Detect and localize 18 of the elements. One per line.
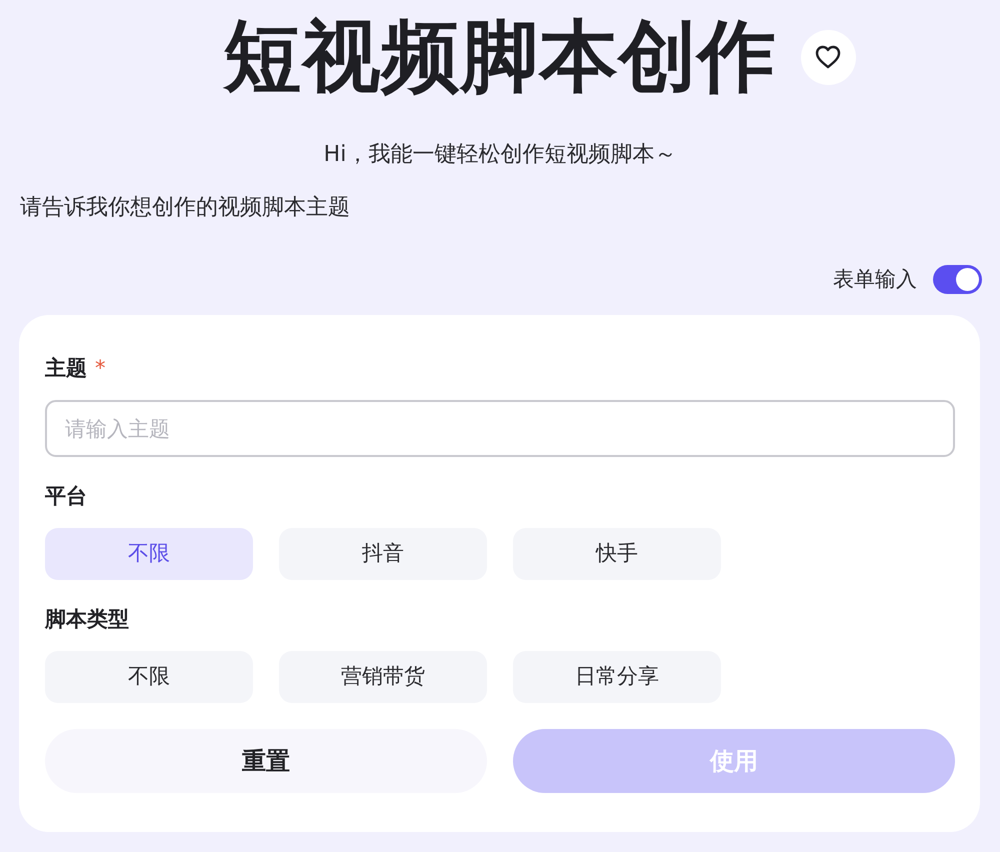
required-mark: * bbox=[95, 356, 106, 380]
greeting-text: Hi，我能一键轻松创作短视频脚本～ bbox=[322, 141, 678, 169]
field-label: 脚本类型 bbox=[45, 607, 129, 631]
topic-input[interactable]: 请输入主题 bbox=[45, 400, 955, 457]
option-chip[interactable]: 快手 bbox=[513, 528, 721, 580]
prompt-text: 请告诉我你想创作的视频脚本主题 bbox=[19, 194, 351, 222]
toggle-label: 表单输入 bbox=[833, 266, 917, 293]
option-chip[interactable]: 不限 bbox=[45, 528, 253, 580]
option-chip[interactable]: 不限 bbox=[45, 651, 253, 703]
field-label: 平台 bbox=[45, 484, 87, 508]
reset-button[interactable]: 重置 bbox=[45, 729, 487, 793]
field-label: 主题 bbox=[45, 356, 87, 380]
heart-icon bbox=[815, 45, 841, 69]
page-title: 短视频脚本创作 bbox=[224, 11, 776, 104]
option-chip[interactable]: 营销带货 bbox=[279, 651, 487, 703]
option-chip[interactable]: 日常分享 bbox=[513, 651, 721, 703]
option-chip[interactable]: 抖音 bbox=[279, 528, 487, 580]
form-input-toggle[interactable] bbox=[933, 264, 982, 294]
